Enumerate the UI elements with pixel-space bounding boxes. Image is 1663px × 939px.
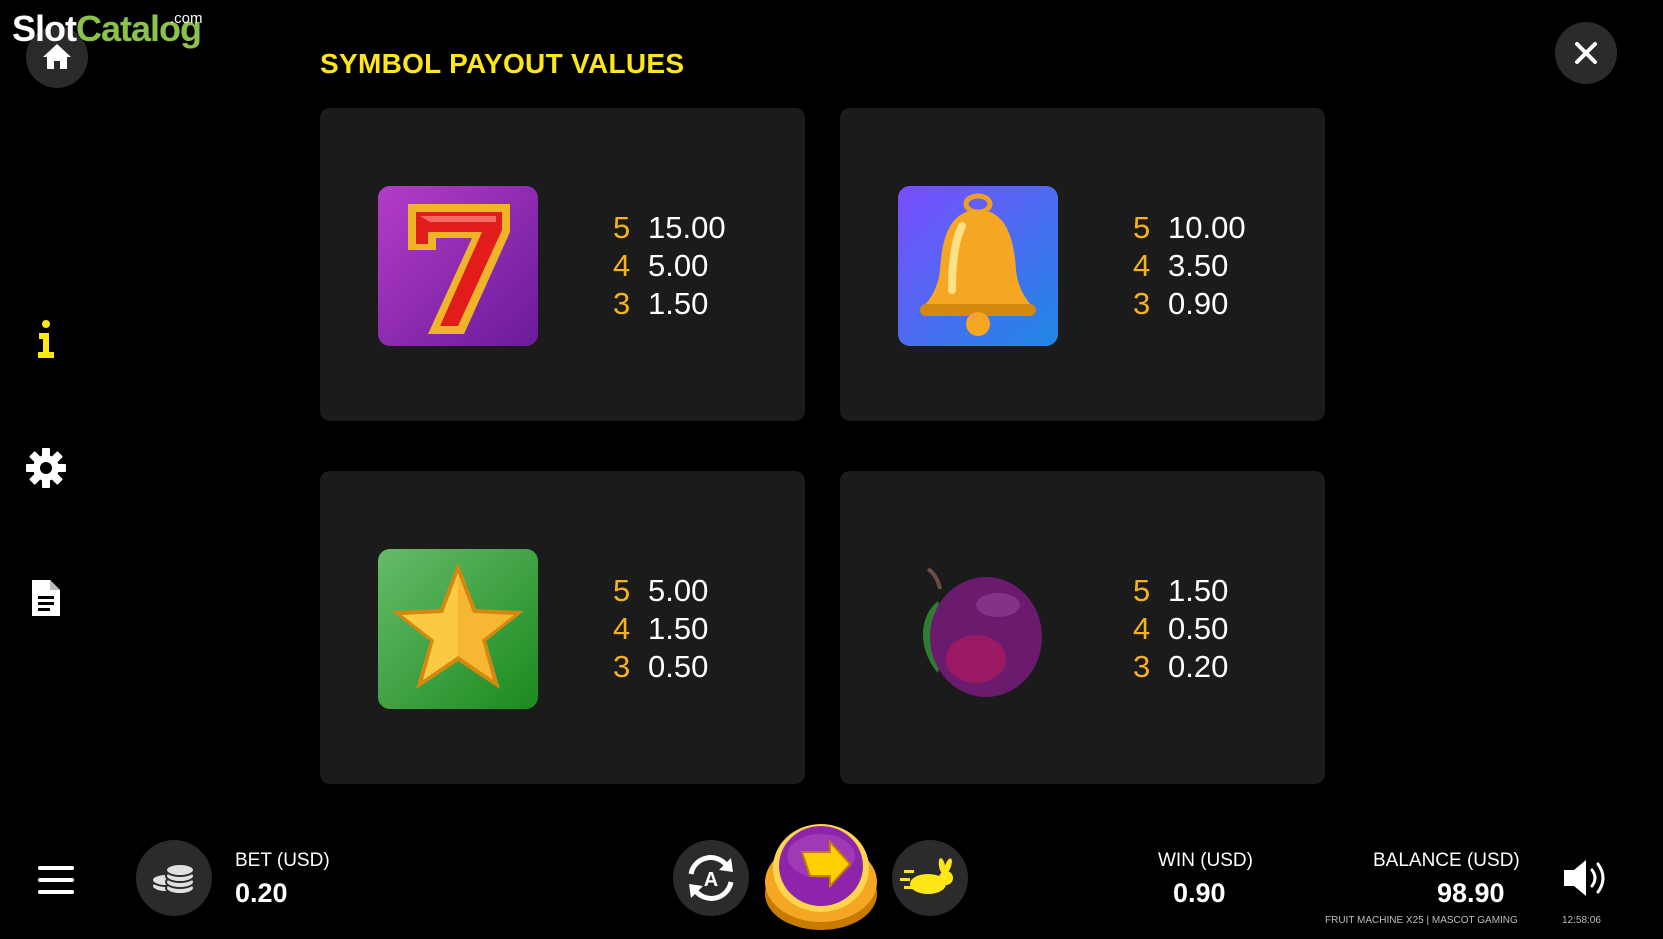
- win-label: WIN (USD): [1158, 850, 1253, 871]
- pay-row: 3 1.50: [613, 285, 708, 323]
- pay-count: 3: [613, 649, 631, 684]
- autoplay-button[interactable]: A: [673, 840, 749, 916]
- pay-value: 0.90: [1168, 286, 1229, 321]
- payout-card-seven: 5 15.00 4 5.00 3 1.50: [320, 108, 805, 421]
- pay-row: 4 5.00: [613, 247, 708, 285]
- speaker-icon: [1564, 860, 1605, 896]
- pay-value: 3.50: [1168, 248, 1229, 283]
- pay-value: 5.00: [648, 573, 709, 608]
- pay-count: 5: [613, 210, 631, 245]
- payout-card-plum: 5 1.50 4 0.50 3 0.20: [840, 471, 1325, 784]
- pay-value: 1.50: [1168, 573, 1229, 608]
- pay-count: 5: [1133, 210, 1151, 245]
- info-icon: [38, 320, 54, 358]
- sound-button[interactable]: [1560, 856, 1610, 900]
- balance-value: 98.90: [1437, 878, 1505, 908]
- bet-selector-button[interactable]: [136, 840, 212, 916]
- pay-row: 4 0.50: [1133, 610, 1228, 648]
- coins-icon: [151, 863, 195, 895]
- star-icon: [392, 563, 524, 689]
- autoplay-icon: A: [688, 855, 734, 901]
- pay-value: 0.50: [1168, 611, 1229, 646]
- slotcatalog-logo: SlotCatalog .com: [12, 8, 203, 49]
- document-icon: [32, 580, 60, 616]
- pay-count: 4: [613, 248, 631, 283]
- bet-label: BET (USD): [235, 850, 330, 871]
- pay-row: 4 1.50: [613, 610, 708, 648]
- menu-icon: [38, 866, 74, 894]
- pay-row: 5 5.00: [613, 572, 708, 610]
- pay-row: 5 1.50: [1133, 572, 1228, 610]
- plum-symbol: [898, 549, 1058, 709]
- pay-count: 4: [1133, 248, 1151, 283]
- close-icon: [1575, 42, 1597, 64]
- pay-row: 5 15.00: [613, 209, 726, 247]
- star-symbol: [378, 549, 538, 709]
- settings-button[interactable]: [24, 446, 68, 490]
- turbo-rabbit-icon: [900, 858, 953, 894]
- seven-symbol: [378, 186, 538, 346]
- spin-icon: [765, 824, 877, 930]
- svg-text:A: A: [704, 869, 718, 891]
- pay-row: 3 0.50: [613, 648, 708, 686]
- clock: 12:58:06: [1562, 915, 1601, 926]
- balance-label: BALANCE (USD): [1373, 850, 1520, 871]
- payout-card-bell: 5 10.00 4 3.50 3 0.90: [840, 108, 1325, 421]
- rules-button[interactable]: [24, 576, 68, 620]
- pay-row: 3 0.90: [1133, 285, 1228, 323]
- menu-button[interactable]: [34, 860, 78, 900]
- pay-value: 0.20: [1168, 649, 1229, 684]
- pay-count: 5: [613, 573, 631, 608]
- pay-count: 3: [1133, 649, 1151, 684]
- page-title: SYMBOL PAYOUT VALUES: [320, 48, 685, 79]
- turbo-button[interactable]: [892, 840, 968, 916]
- pay-row: 4 3.50: [1133, 247, 1228, 285]
- pay-count: 5: [1133, 573, 1151, 608]
- close-button[interactable]: [1555, 22, 1617, 84]
- plum-icon: [922, 567, 1042, 697]
- game-credit: FRUIT MACHINE X25 | MASCOT GAMING: [1325, 915, 1518, 926]
- bell-icon: [920, 193, 1036, 336]
- info-button[interactable]: [24, 318, 68, 362]
- pay-value: 10.00: [1168, 210, 1246, 245]
- pay-row: 5 10.00: [1133, 209, 1246, 247]
- pay-value: 1.50: [648, 611, 709, 646]
- pay-row: 3 0.20: [1133, 648, 1228, 686]
- spin-button[interactable]: [760, 812, 882, 934]
- pay-value: 0.50: [648, 649, 709, 684]
- pay-count: 3: [613, 286, 631, 321]
- win-value: 0.90: [1173, 878, 1226, 908]
- pay-count: 4: [1133, 611, 1151, 646]
- pay-count: 3: [1133, 286, 1151, 321]
- pay-value: 1.50: [648, 286, 709, 321]
- seven-icon: [408, 204, 510, 334]
- pay-value: 15.00: [648, 210, 726, 245]
- payout-card-star: 5 5.00 4 1.50 3 0.50: [320, 471, 805, 784]
- gear-icon: [26, 448, 66, 488]
- pay-value: 5.00: [648, 248, 709, 283]
- bet-value: 0.20: [235, 878, 288, 908]
- bell-symbol: [898, 186, 1058, 346]
- pay-count: 4: [613, 611, 631, 646]
